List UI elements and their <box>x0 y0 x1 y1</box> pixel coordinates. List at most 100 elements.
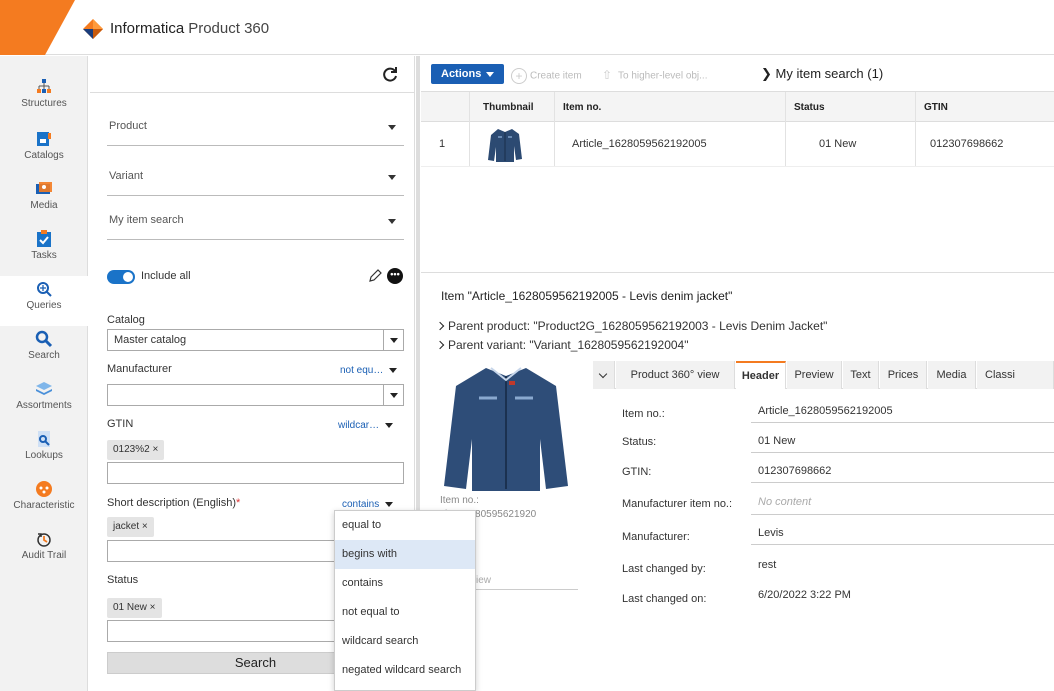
product-dropdown[interactable]: Product <box>107 98 404 146</box>
tab-product-360-view[interactable]: Product 360° view <box>616 361 735 389</box>
nav-media[interactable]: Media <box>0 176 88 226</box>
divider <box>751 422 1054 423</box>
results-toolbar: Actions + Create item ⇧ To higher-level ob… <box>421 56 1054 92</box>
manufacturer-operator[interactable]: not equ… <box>340 365 398 376</box>
tab-header[interactable]: Header <box>736 361 786 389</box>
operator-option[interactable]: equal to <box>335 511 475 540</box>
queries-icon <box>37 282 52 297</box>
status-cell: 01 New <box>819 138 857 150</box>
breadcrumb[interactable]: ❯ My item search (1) <box>761 66 883 82</box>
field-value: rest <box>758 559 777 571</box>
column-header[interactable]: GTIN <box>924 102 948 113</box>
tab-classification[interactable]: Classi <box>977 361 1054 389</box>
create-item-button[interactable]: + Create item <box>511 68 582 84</box>
nav-label: Queries <box>26 300 62 311</box>
column-header[interactable]: Status <box>794 102 825 113</box>
divider <box>751 514 1054 515</box>
nav-assortments[interactable]: Assortments <box>0 376 88 426</box>
include-all-label: Include all <box>141 270 191 282</box>
divider <box>751 544 1054 545</box>
gtin-chip[interactable]: 0123%2 × <box>107 440 165 460</box>
short-description-chip[interactable]: jacket × <box>107 517 154 537</box>
variant-dropdown[interactable]: Variant <box>107 148 404 196</box>
detail-tabs: Product 360° view Header Preview Text Pr… <box>593 361 1054 389</box>
nav-lookups[interactable]: Lookups <box>0 426 88 476</box>
tab-text[interactable]: Text <box>843 361 879 389</box>
structures-icon <box>37 79 51 93</box>
image-caption: iew <box>476 575 492 586</box>
nav-label: Assortments <box>16 400 72 411</box>
dropdown-label: My item search <box>109 214 184 226</box>
field-value: Article_1628059562192005 <box>758 405 893 417</box>
pencil-edit-icon[interactable] <box>367 268 383 284</box>
tab-prices[interactable]: Prices <box>880 361 927 389</box>
operator-option[interactable]: negated wildcard search <box>335 656 475 685</box>
status-label: Status <box>107 574 139 586</box>
more-options-icon[interactable]: ••• <box>387 268 403 284</box>
nav-characteristic[interactable]: Characteristic <box>0 476 88 526</box>
saved-query-dropdown[interactable]: My item search <box>107 192 404 240</box>
characteristic-icon <box>36 481 52 497</box>
parent-variant-link[interactable]: Parent variant: "Variant_162805956219200… <box>435 338 688 352</box>
nav-label: Audit Trail <box>21 550 67 561</box>
nav-tasks[interactable]: Tasks <box>0 226 88 276</box>
table-row[interactable]: 1 Article_1628059562192005 01 New 012307… <box>421 123 1054 167</box>
include-all-toggle[interactable] <box>107 270 135 284</box>
operator-menu: equal to begins with contains not equal … <box>334 510 476 691</box>
to-higher-level-button[interactable]: ⇧ To higher-level obj... <box>599 68 708 84</box>
tabs-collapse-toggle[interactable] <box>593 361 615 389</box>
short-description-label: Short description (English)* <box>107 497 241 509</box>
divider <box>751 452 1054 453</box>
upload-icon: ⇧ <box>601 68 613 82</box>
item-title: Item "Article_1628059562192005 - Levis d… <box>441 289 733 303</box>
actions-button[interactable]: Actions <box>431 64 504 84</box>
chevron-down-icon <box>389 367 398 373</box>
nav-catalogs[interactable]: Catalogs <box>0 126 88 176</box>
dropdown-label: Product <box>109 120 147 132</box>
chevron-right-icon: ❯ <box>761 66 772 81</box>
dropdown-label: Variant <box>109 170 144 182</box>
results-table: Thumbnail Item no. Status GTIN 1 Article… <box>421 92 1054 272</box>
operator-option[interactable]: wildcard search <box>335 627 475 656</box>
chevron-down-icon <box>388 219 396 224</box>
tab-preview[interactable]: Preview <box>787 361 842 389</box>
parent-product-link[interactable]: Parent product: "Product2G_1628059562192… <box>435 319 827 333</box>
nav-label: Structures <box>21 98 67 109</box>
nav-queries[interactable]: Queries <box>0 276 88 326</box>
chevron-down-icon <box>385 422 394 428</box>
field-label: Manufacturer item no.: <box>622 498 733 510</box>
field-value: Levis <box>758 527 784 539</box>
nav-search[interactable]: Search <box>0 326 88 376</box>
field-value: No content <box>758 496 812 508</box>
item-no-cell[interactable]: Article_1628059562192005 <box>572 138 707 150</box>
table-header: Thumbnail Item no. Status GTIN <box>421 92 1054 122</box>
tab-media[interactable]: Media <box>928 361 976 389</box>
column-header[interactable]: Thumbnail <box>483 102 534 113</box>
column-header[interactable]: Item no. <box>563 102 601 113</box>
nav-label: Tasks <box>31 250 57 261</box>
audit-trail-icon <box>37 533 51 547</box>
nav-audit-trail[interactable]: Audit Trail <box>0 526 88 576</box>
nav-label: Search <box>28 350 60 361</box>
gtin-input[interactable] <box>107 462 404 484</box>
short-description-operator[interactable]: contains <box>342 499 394 510</box>
status-chip[interactable]: 01 New × <box>107 598 162 618</box>
nav-structures[interactable]: Structures <box>0 74 88 124</box>
operator-option[interactable]: contains <box>335 569 475 598</box>
refresh-icon[interactable] <box>380 64 400 84</box>
field-label: Last changed by: <box>622 563 706 575</box>
nav-label: Characteristic <box>13 500 75 511</box>
product-name: Product 360 <box>188 20 270 37</box>
manufacturer-select[interactable] <box>107 384 404 406</box>
side-navigation: Structures Catalogs Media Tasks Queries … <box>0 56 88 691</box>
nav-label: Catalogs <box>24 150 64 161</box>
chevron-right-icon <box>435 340 445 350</box>
operator-option[interactable]: not equal to <box>335 598 475 627</box>
required-marker: * <box>236 497 241 509</box>
field-label: Last changed on: <box>622 593 707 605</box>
catalog-select[interactable]: Master catalog <box>107 329 404 351</box>
field-value: 01 New <box>758 435 796 447</box>
field-label: GTIN: <box>622 466 652 478</box>
gtin-operator[interactable]: wildcar… <box>338 420 394 431</box>
operator-option[interactable]: begins with <box>335 540 475 569</box>
